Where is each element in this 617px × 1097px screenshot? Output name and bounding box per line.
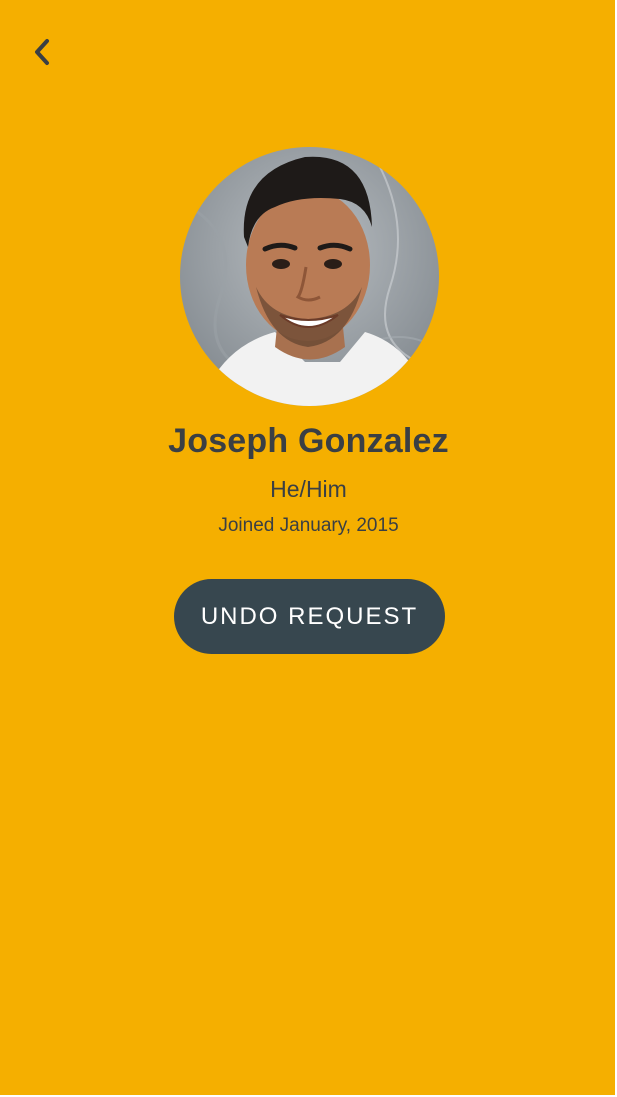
profile-name: Joseph Gonzalez [168,422,449,460]
profile-pronouns: He/Him [270,476,347,502]
joined-date: Joined January, 2015 [218,515,399,536]
profile-screen: Joseph Gonzalez He/Him Joined January, 2… [0,0,615,1095]
undo-request-button[interactable]: UNDO REQUEST [174,579,445,654]
back-button[interactable] [22,32,62,72]
avatar [180,147,439,406]
chevron-left-icon [30,37,54,67]
